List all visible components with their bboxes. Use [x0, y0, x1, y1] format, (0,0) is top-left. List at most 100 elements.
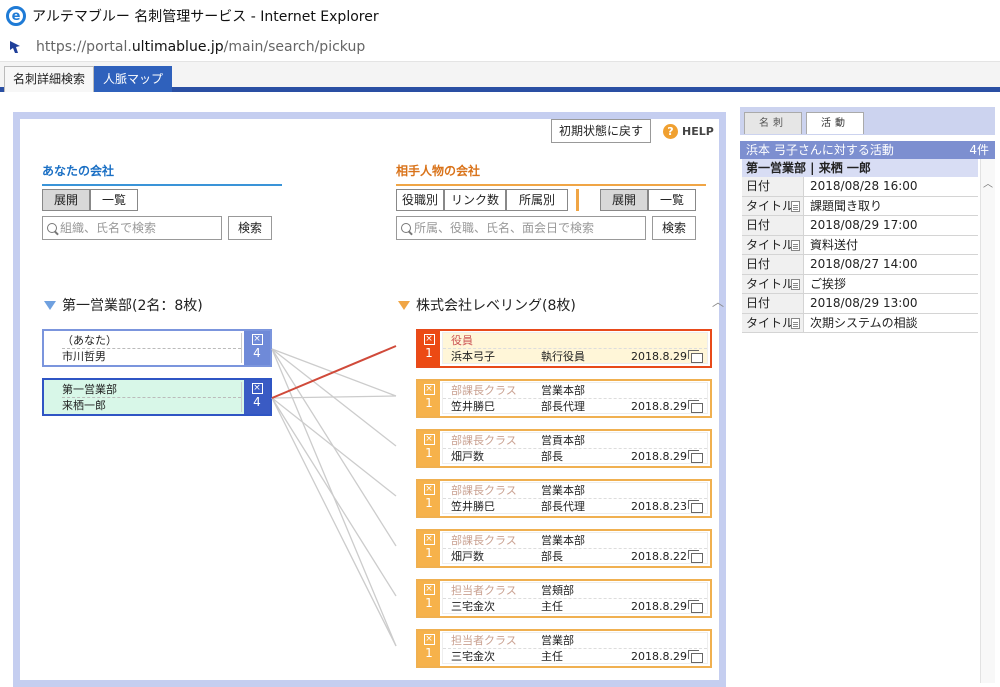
card-name: 畑戸数	[451, 450, 484, 463]
copy-icon[interactable]	[688, 500, 703, 513]
field-label: 日付	[742, 294, 804, 313]
field-label: 日付	[742, 216, 804, 235]
network-map-frame: 初期状態に戻す ? HELP あなたの会社 展開 一覧 検索 第一営業部(2名：…	[13, 112, 726, 687]
close-icon[interactable]: ×	[423, 584, 435, 595]
card-body: 部課長クラス 営業本部 笠井勝巳 部長代理 2018.8.23	[442, 482, 708, 514]
tab-separator	[576, 189, 579, 211]
close-icon[interactable]: ×	[423, 634, 435, 645]
card-side: × 1	[418, 631, 440, 666]
activity-title[interactable]: ご挨拶	[804, 275, 846, 294]
close-icon[interactable]: ×	[423, 334, 435, 345]
activity-date: 2018/08/29 17:00	[810, 218, 918, 232]
contact-card[interactable]: × 1 部課長クラス 営業本部 畑戸数 部長 2018.8.22	[416, 529, 712, 568]
card-count: 1	[425, 446, 433, 460]
tab-network-map[interactable]: 人脈マップ	[94, 66, 173, 92]
right-tab-list[interactable]: 一覧	[648, 189, 696, 211]
address-bar[interactable]: https://portal.ultimablue.jp/main/search…	[0, 32, 1000, 62]
card-count: 1	[425, 496, 433, 510]
activity-header: 浜本 弓子さんに対する活動 4件	[740, 141, 995, 159]
activity-panel: 名刺 活動 浜本 弓子さんに対する活動 4件 第一営業部 | 来栖 一郎 日付 2…	[740, 107, 995, 683]
card-rank: 部課長クラス	[451, 484, 517, 497]
activity-date: 2018/08/27 14:00	[810, 257, 918, 271]
contact-card[interactable]: × 1 部課長クラス 営業本部 笠井勝巳 部長代理 2018.8.29	[416, 379, 712, 418]
activity-title-row[interactable]: タイトル 課題聞き取り	[742, 196, 978, 216]
copy-icon[interactable]	[688, 350, 703, 363]
link-line	[271, 397, 397, 647]
card-body: 役員 浜本弓子 執行役員 2018.8.29	[442, 332, 708, 364]
card-side: × 1	[418, 581, 440, 616]
card-name: 畑戸数	[451, 550, 484, 563]
field-label: タイトル	[742, 196, 804, 215]
sort-by-links[interactable]: リンク数	[444, 189, 506, 211]
contact-card[interactable]: × 1 担当者クラス 営頬部 三宅金次 主任 2018.8.29	[416, 579, 712, 618]
card-rank: 部課長クラス	[451, 384, 517, 397]
card-side: × 1	[418, 331, 440, 366]
close-icon[interactable]: ×	[423, 534, 435, 545]
card-position: 執行役員	[541, 350, 585, 363]
scroll-up-icon[interactable]: ︿	[981, 175, 995, 190]
panel-scrollbar[interactable]: ︿	[980, 159, 995, 683]
app-tab-bar: 名刺詳細検索 人脈マップ	[0, 62, 1000, 92]
panel-tab-activity[interactable]: 活動	[806, 112, 864, 134]
field-label: タイトル	[742, 313, 804, 332]
tab-card-search[interactable]: 名刺詳細検索	[4, 66, 95, 92]
right-search-field[interactable]	[396, 216, 646, 240]
copy-icon[interactable]	[688, 400, 703, 413]
panel-tab-card[interactable]: 名刺	[744, 112, 802, 134]
card-dept: 営業本部	[541, 534, 585, 547]
card-side: × 1	[418, 381, 440, 416]
field-label: タイトル	[742, 274, 804, 293]
sort-by-title[interactable]: 役職別	[396, 189, 444, 211]
field-label: タイトル	[742, 235, 804, 254]
activity-title-row[interactable]: タイトル ご挨拶	[742, 274, 978, 294]
panel-tab-bar: 名刺 活動	[740, 107, 995, 135]
card-rank: 役員	[451, 334, 473, 347]
right-search-button[interactable]: 検索	[652, 216, 696, 240]
card-count: 1	[425, 546, 433, 560]
activity-title-row[interactable]: タイトル 資料送付	[742, 235, 978, 255]
activity-date-row: 日付 2018/08/27 14:00	[742, 255, 978, 275]
close-icon[interactable]: ×	[423, 384, 435, 395]
field-label: 日付	[742, 255, 804, 274]
contact-card[interactable]: × 1 担当者クラス 営業部 三宅金次 主任 2018.8.29	[416, 629, 712, 668]
activity-date: 2018/08/28 16:00	[810, 179, 918, 193]
contact-card[interactable]: × 1 役員 浜本弓子 執行役員 2018.8.29	[416, 329, 712, 368]
activity-title[interactable]: 課題聞き取り	[804, 197, 882, 216]
right-tab-expand[interactable]: 展開	[600, 189, 648, 211]
card-date: 2018.8.29	[631, 600, 687, 613]
card-side: × 1	[418, 531, 440, 566]
card-name: 笠井勝巳	[451, 400, 495, 413]
right-search-input[interactable]	[414, 221, 645, 235]
card-name: 浜本弓子	[451, 350, 495, 363]
close-icon[interactable]: ×	[423, 484, 435, 495]
scroll-up-icon[interactable]: ︿	[712, 293, 724, 310]
card-rank: 部課長クラス	[451, 534, 517, 547]
url-text[interactable]: https://portal.ultimablue.jp/main/search…	[36, 39, 365, 55]
card-body: 部課長クラス 営貢本部 畑戸数 部長 2018.8.29	[442, 432, 708, 464]
card-name: 三宅金次	[451, 600, 495, 613]
activity-title-row[interactable]: タイトル 次期システムの相談	[742, 313, 978, 333]
window-title: アルテマブルー 名刺管理サービス - Internet Explorer	[32, 9, 379, 25]
right-group-title: 株式会社レベリング(8枚)	[416, 298, 576, 314]
copy-icon[interactable]	[688, 450, 703, 463]
card-date: 2018.8.29	[631, 450, 687, 463]
sort-by-dept[interactable]: 所属別	[506, 189, 568, 211]
card-position: 部長	[541, 550, 563, 563]
copy-icon[interactable]	[688, 600, 703, 613]
copy-icon[interactable]	[688, 650, 703, 663]
card-date: 2018.8.23	[631, 500, 687, 513]
activity-count: 4件	[969, 143, 989, 157]
contact-card[interactable]: × 1 部課長クラス 営業本部 笠井勝巳 部長代理 2018.8.23	[416, 479, 712, 518]
card-dept: 営業本部	[541, 484, 585, 497]
copy-icon[interactable]	[688, 550, 703, 563]
contact-card[interactable]: × 1 部課長クラス 営貢本部 畑戸数 部長 2018.8.29	[416, 429, 712, 468]
close-icon[interactable]: ×	[423, 434, 435, 445]
card-dept: 営貢本部	[541, 434, 585, 447]
activity-title[interactable]: 次期システムの相談	[804, 314, 918, 333]
right-group-header[interactable]: 株式会社レベリング(8枚)	[398, 295, 576, 315]
activity-header-title: 浜本 弓子さんに対する活動	[746, 143, 894, 157]
collapse-triangle-icon	[398, 300, 410, 310]
activity-title[interactable]: 資料送付	[804, 236, 858, 255]
card-position: 部長	[541, 450, 563, 463]
card-position: 部長代理	[541, 400, 585, 413]
